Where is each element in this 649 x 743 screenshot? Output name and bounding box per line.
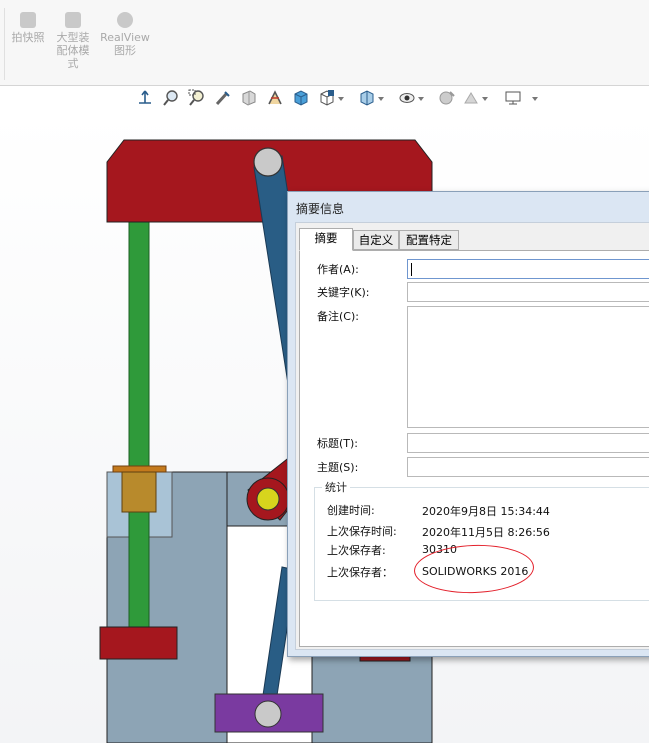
- last-saved-value: 2020年11月5日 8:26:56: [422, 526, 550, 539]
- previous-view-icon[interactable]: [214, 89, 232, 107]
- display-style-icon[interactable]: [318, 89, 336, 107]
- hide-show-items-icon[interactable]: [358, 89, 376, 107]
- last-saved-by-label: 上次保存者:: [327, 544, 386, 557]
- apply-scene-dropdown-icon[interactable]: [482, 97, 488, 101]
- realview-label-line2: 图形: [114, 44, 136, 57]
- dynamic-annotation-icon[interactable]: [266, 89, 284, 107]
- large-assembly-icon: [65, 12, 81, 28]
- camera-icon: [20, 12, 36, 28]
- subject-label: 主题(S):: [317, 461, 359, 474]
- last-saved-with-label: 上次保存者：: [327, 566, 393, 579]
- view-orientation-icon[interactable]: [136, 89, 154, 107]
- snapshot-label: 拍快照: [11, 31, 45, 44]
- bottom-pivot-pin: [254, 700, 282, 728]
- created-label: 创建时间:: [327, 504, 375, 517]
- edit-appearance-dropdown-icon[interactable]: [418, 97, 424, 101]
- summary-panel: 作者(A): 关键字(K): 备注(C): 标题(T): 主题(S): 统计 创…: [299, 250, 649, 647]
- red-bottom-plate: [99, 626, 178, 660]
- title-field[interactable]: [407, 433, 649, 453]
- title-label: 标题(T):: [317, 437, 359, 450]
- large-assembly-label-line3: 式: [67, 57, 79, 70]
- green-guide-rod: [128, 221, 150, 628]
- keywords-field[interactable]: [407, 282, 649, 302]
- summary-info-dialog: 摘要信息 摘要 自定义 配置特定 作者(A): 关键字(K): 备注(C): 标…: [287, 191, 649, 657]
- section-view-icon[interactable]: [240, 89, 258, 107]
- large-assembly-label-line2: 配体模: [56, 44, 90, 57]
- last-saved-label: 上次保存时间:: [327, 525, 397, 538]
- zoom-to-area-icon[interactable]: [188, 89, 206, 107]
- realview-icon: [117, 12, 133, 28]
- gear-nut: [121, 471, 157, 513]
- created-value: 2020年9月8日 15:34:44: [422, 505, 550, 518]
- comments-label: 备注(C):: [317, 310, 359, 323]
- top-pivot-pin: [253, 147, 283, 177]
- author-label: 作者(A):: [317, 263, 359, 276]
- text-caret: [411, 263, 412, 276]
- subject-field[interactable]: [407, 457, 649, 477]
- dialog-body: 摘要 自定义 配置特定 作者(A): 关键字(K): 备注(C): 标题(T):…: [295, 222, 649, 650]
- ribbon-separator: [4, 8, 5, 80]
- hide-show-dropdown-icon[interactable]: [378, 97, 384, 101]
- comments-textarea[interactable]: [407, 306, 649, 428]
- view-settings-dropdown-icon[interactable]: [532, 97, 538, 101]
- zoom-to-fit-icon[interactable]: [162, 89, 180, 107]
- large-assembly-label-line1: 大型装: [56, 31, 90, 44]
- tab-custom[interactable]: 自定义: [353, 230, 399, 250]
- view-settings-icon[interactable]: [504, 89, 522, 107]
- view-orientation-cube-icon[interactable]: [292, 89, 310, 107]
- yellow-pin: [256, 487, 280, 511]
- keywords-label: 关键字(K):: [317, 286, 370, 299]
- realview-graphics-button[interactable]: RealView 图形: [98, 12, 152, 57]
- display-style-dropdown-icon[interactable]: [338, 97, 344, 101]
- author-field[interactable]: [407, 259, 649, 279]
- dialog-title: 摘要信息: [296, 202, 345, 216]
- scene-globe-icon[interactable]: [462, 89, 480, 107]
- statistics-heading: 统计: [322, 479, 350, 495]
- realview-label-line1: RealView: [100, 31, 150, 44]
- tab-configuration-specific[interactable]: 配置特定: [399, 230, 459, 250]
- command-ribbon: 拍快照 大型装 配体模 式 RealView 图形: [0, 0, 649, 86]
- apply-scene-icon[interactable]: [438, 89, 456, 107]
- edit-appearance-icon[interactable]: [398, 89, 416, 107]
- large-assembly-mode-button[interactable]: 大型装 配体模 式: [52, 12, 94, 70]
- take-snapshot-button[interactable]: 拍快照: [8, 12, 48, 44]
- gear-nut-top: [112, 465, 167, 473]
- tab-summary[interactable]: 摘要: [299, 228, 353, 251]
